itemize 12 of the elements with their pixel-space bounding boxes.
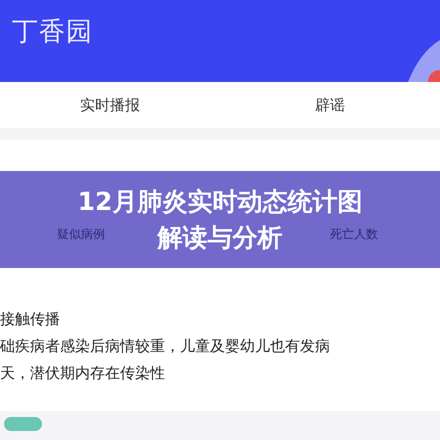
decoration-drawing	[408, 40, 440, 82]
stat-label: 死亡人数	[330, 226, 378, 243]
nav-tab[interactable]: 实时播报	[0, 82, 220, 128]
tag-icon	[4, 417, 42, 431]
info-line: 础疾病者感染后病情较重，儿童及婴幼儿也有发病	[0, 337, 331, 355]
nav-tab[interactable]: 辟谣	[220, 82, 440, 128]
logo-text: 丁香园	[12, 16, 93, 49]
stat-label: 疑似病例	[57, 226, 105, 243]
info-line: 接触传播	[0, 310, 61, 328]
banner-title: 12月肺炎实时动态统计图	[78, 186, 362, 218]
info-line: 天，潜伏期内存在传染性	[0, 364, 166, 382]
banner-title: 解读与分析	[158, 222, 282, 254]
